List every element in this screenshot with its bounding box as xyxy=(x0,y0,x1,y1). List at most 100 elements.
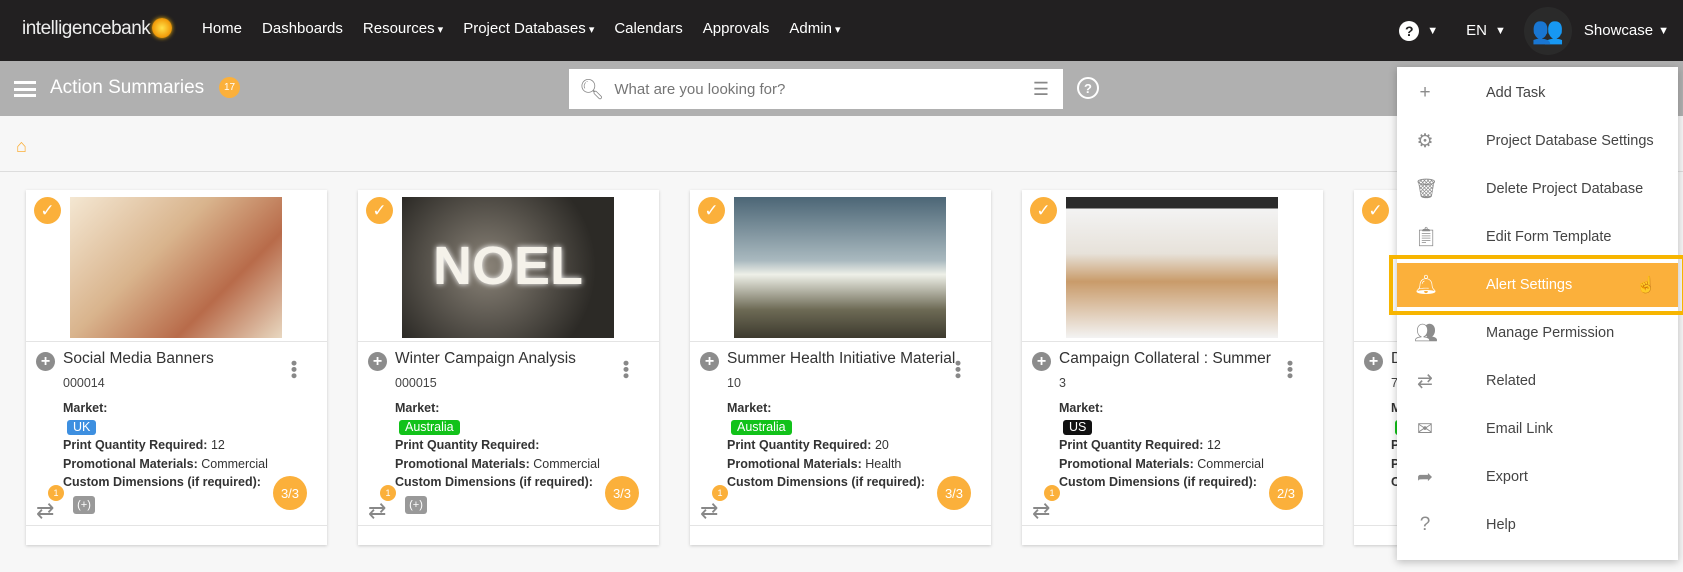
expand-plus-icon[interactable]: + xyxy=(1364,352,1383,371)
sun-logo-icon xyxy=(152,18,173,38)
filter-sliders-icon[interactable]: ☰ xyxy=(1033,79,1049,100)
card-thumbnail[interactable] xyxy=(734,197,946,338)
card-footer: ⇄ 1 (+) 3/3 xyxy=(358,476,659,545)
avatar[interactable]: 👥 xyxy=(1523,6,1572,55)
menu-item-label: Delete Project Database xyxy=(1486,181,1644,197)
check-icon[interactable]: ✓ xyxy=(34,197,61,224)
envelope-icon: ✉ xyxy=(1417,418,1433,440)
hamburger-menu-icon[interactable] xyxy=(14,81,36,97)
related-repeat-icon[interactable]: ⇄ xyxy=(1032,498,1050,524)
help-menu-icon[interactable]: ? xyxy=(1399,20,1420,41)
hand-cursor-icon: ☝ xyxy=(1636,277,1656,294)
card-id: 000014 xyxy=(63,376,105,390)
market-label: Market: xyxy=(727,401,772,415)
help-icon: ? xyxy=(1419,514,1431,535)
menu-item-help[interactable]: ? Help xyxy=(1397,503,1678,547)
card-id: 3 xyxy=(1059,376,1066,390)
gear-icon: ⚙ xyxy=(1416,130,1434,152)
card-title[interactable]: Campaign Collateral : Summer xyxy=(1059,350,1271,368)
nav-dashboards[interactable]: Dashboards xyxy=(262,20,343,37)
thumbnail-text: NOEL xyxy=(432,236,583,296)
print-qty-label: Print Quantity Required: xyxy=(63,438,208,452)
menu-item-label: Add Task xyxy=(1486,85,1546,101)
expand-plus-icon[interactable]: + xyxy=(36,352,55,371)
custom-dims-label: Custom Dimensions (if required): xyxy=(395,475,593,489)
related-count-badge: 1 xyxy=(48,485,64,501)
chevron-down-icon[interactable]: ▼ xyxy=(1658,25,1669,37)
chevron-down-icon[interactable]: ▼ xyxy=(1427,25,1438,37)
card-footer: ⇄ 1 3/3 xyxy=(690,476,991,545)
progress-badge: 3/3 xyxy=(605,476,639,510)
expand-plus-icon[interactable]: + xyxy=(368,352,387,371)
nav-calendars[interactable]: Calendars xyxy=(614,20,682,37)
more-options-icon[interactable]: ••• xyxy=(616,360,636,379)
promo-value: Commercial xyxy=(201,456,268,471)
menu-item-label: Manage Permission xyxy=(1486,325,1615,341)
menu-item-add-task[interactable]: + Add Task xyxy=(1397,71,1678,115)
chevron-down-icon[interactable]: ▼ xyxy=(1495,25,1506,37)
user-menu[interactable]: Showcase xyxy=(1584,22,1653,39)
actions-dropdown-menu: + Add Task ⚙ Project Database Settings 🗑… xyxy=(1389,67,1683,560)
card-title[interactable]: Social Media Banners xyxy=(63,350,214,368)
promo-value: Health xyxy=(865,456,902,471)
custom-dims-label: Custom Dimensions (if required): xyxy=(1059,475,1257,489)
nav-approvals[interactable]: Approvals xyxy=(703,20,770,37)
more-options-icon[interactable]: ••• xyxy=(284,360,304,379)
print-qty-value: 12 xyxy=(1206,438,1221,452)
card-id: 10 xyxy=(727,376,741,390)
menu-item-label: Related xyxy=(1486,373,1536,389)
related-repeat-icon[interactable]: ⇄ xyxy=(700,498,718,524)
menu-item-project-database-settings[interactable]: ⚙ Project Database Settings xyxy=(1397,119,1678,163)
menu-item-label: Project Database Settings xyxy=(1486,133,1654,149)
more-options-icon[interactable]: ••• xyxy=(1280,360,1300,379)
check-icon[interactable]: ✓ xyxy=(698,197,725,224)
more-options-icon[interactable]: ••• xyxy=(948,360,968,379)
menu-item-email-link[interactable]: ✉ Email Link xyxy=(1397,407,1678,451)
menu-item-delete-project-database[interactable]: 🗑︎ Delete Project Database xyxy=(1397,167,1678,211)
search-input[interactable] xyxy=(614,80,1033,98)
promo-value: Commercial xyxy=(1197,456,1264,471)
related-repeat-icon[interactable]: ⇄ xyxy=(36,498,54,524)
nav-resources[interactable]: Resources xyxy=(363,20,443,37)
expand-plus-icon[interactable]: + xyxy=(1032,352,1051,371)
card-thumbnail[interactable] xyxy=(70,197,282,338)
card-thumbnail[interactable] xyxy=(1066,197,1278,338)
nav-admin[interactable]: Admin xyxy=(789,20,840,37)
nav-project-databases[interactable]: Project Databases xyxy=(463,20,594,37)
page-title: Action Summaries xyxy=(50,77,205,98)
people-icon: 👥︎ xyxy=(1414,323,1439,344)
main-nav: Home Dashboards Resources Project Databa… xyxy=(202,20,841,37)
language-select[interactable]: EN xyxy=(1466,22,1487,39)
print-qty-label: Print Quantity Required: xyxy=(727,438,872,452)
card-title[interactable]: Summer Health Initiative Material xyxy=(727,350,955,368)
expand-plus-icon[interactable]: + xyxy=(700,352,719,371)
menu-item-related[interactable]: ⇄ Related xyxy=(1397,359,1678,403)
folder-sync-icon[interactable]: (+) xyxy=(405,496,427,514)
card-title[interactable]: Winter Campaign Analysis xyxy=(395,350,576,368)
menu-item-edit-form-template[interactable]: 📋︎ Edit Form Template xyxy=(1397,215,1678,259)
nav-home[interactable]: Home xyxy=(202,20,242,37)
check-icon[interactable]: ✓ xyxy=(1362,197,1389,224)
search-box: 🔍︎ ☰ xyxy=(569,69,1063,109)
card-thumbnail[interactable]: NOEL xyxy=(402,197,614,338)
home-icon[interactable]: ⌂ xyxy=(16,136,27,157)
project-card[interactable]: ✓ + Campaign Collateral : Summer ••• 3 M… xyxy=(1022,190,1323,545)
menu-item-export[interactable]: ➦ Export xyxy=(1397,455,1678,499)
help-icon[interactable]: ? xyxy=(1077,77,1099,99)
related-repeat-icon[interactable]: ⇄ xyxy=(368,498,386,524)
check-icon[interactable]: ✓ xyxy=(1030,197,1057,224)
menu-item-manage-permission[interactable]: 👥︎ Manage Permission xyxy=(1397,311,1678,355)
project-card[interactable]: ✓ + Social Media Banners ••• 000014 Mark… xyxy=(26,190,327,545)
menu-item-alert-settings[interactable]: 🔔︎ Alert Settings ☝ xyxy=(1389,255,1683,315)
project-card[interactable]: ✓ + Summer Health Initiative Material ••… xyxy=(690,190,991,545)
search-icon: 🔍︎ xyxy=(579,78,605,101)
folder-sync-icon[interactable]: (+) xyxy=(73,496,95,514)
progress-badge: 2/3 xyxy=(1269,476,1303,510)
market-label: Market: xyxy=(63,401,108,415)
project-card[interactable]: ✓ NOEL + Winter Campaign Analysis ••• 000… xyxy=(358,190,659,545)
market-tag: US xyxy=(1063,419,1093,435)
logo[interactable]: intelligencebank xyxy=(22,18,173,40)
custom-dims-label: Custom Dimensions (if required): xyxy=(727,475,925,489)
market-label: Market: xyxy=(395,401,440,415)
check-icon[interactable]: ✓ xyxy=(366,197,393,224)
